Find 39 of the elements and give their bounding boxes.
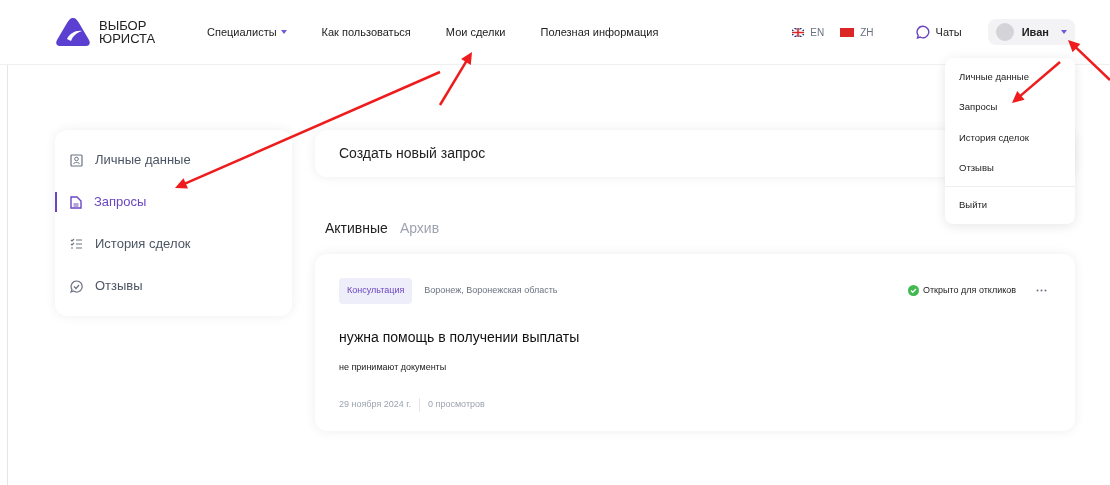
nav-link[interactable]: Полезная информация <box>540 23 659 41</box>
person-icon <box>70 153 83 167</box>
logo-text: ЮРИСТА <box>99 32 156 45</box>
nav-link[interactable]: Мои сделки <box>445 23 506 41</box>
logo-text: ВЫБОР <box>99 19 148 32</box>
tab[interactable]: Активные <box>325 218 388 239</box>
request-title: нужна помощь в получении выплаты <box>339 327 581 347</box>
nav-link[interactable]: Как пользоваться <box>321 23 411 41</box>
dropdown-item[interactable]: Выйти <box>945 190 1075 221</box>
location-text: Воронеж, Воронежская область <box>424 284 558 297</box>
user-menu-button[interactable]: Иван <box>987 19 1075 45</box>
logo-icon <box>55 17 91 47</box>
sidebar-item[interactable]: История сделок <box>55 234 292 254</box>
views-text: 0 просмотров <box>428 398 485 412</box>
chat-check-icon <box>70 279 83 293</box>
caret-icon <box>280 30 287 34</box>
caret-icon <box>1061 30 1067 34</box>
language-button[interactable]: ZH <box>840 24 874 40</box>
document-icon <box>70 195 82 209</box>
uk-flag-icon <box>792 27 805 37</box>
china-flag-icon <box>840 27 855 37</box>
dropdown-item[interactable]: Запросы <box>945 92 1075 123</box>
request-description: не принимают документы <box>339 360 448 374</box>
more-icon[interactable] <box>1036 289 1047 293</box>
status-text: Открыто для откликов <box>923 284 1016 297</box>
check-circle-icon <box>908 285 919 297</box>
date-text: 29 ноября 2024 г. <box>339 398 411 412</box>
checklist-icon <box>70 238 83 250</box>
dropdown-item[interactable]: Личные данные <box>945 62 1075 93</box>
avatar <box>995 23 1014 41</box>
sidebar-item[interactable]: Запросы <box>55 192 292 212</box>
sidebar-item[interactable]: Отзывы <box>55 276 292 296</box>
category-tag: Консультация <box>339 278 413 304</box>
sidebar-item[interactable]: Личные данные <box>55 150 292 170</box>
language-button[interactable]: EN <box>792 24 825 40</box>
chats-button[interactable]: Чаты <box>915 23 962 41</box>
nav-link[interactable]: Специалисты <box>207 23 287 41</box>
annotation-arrow <box>1068 40 1110 81</box>
chat-bubble-icon <box>915 25 930 39</box>
